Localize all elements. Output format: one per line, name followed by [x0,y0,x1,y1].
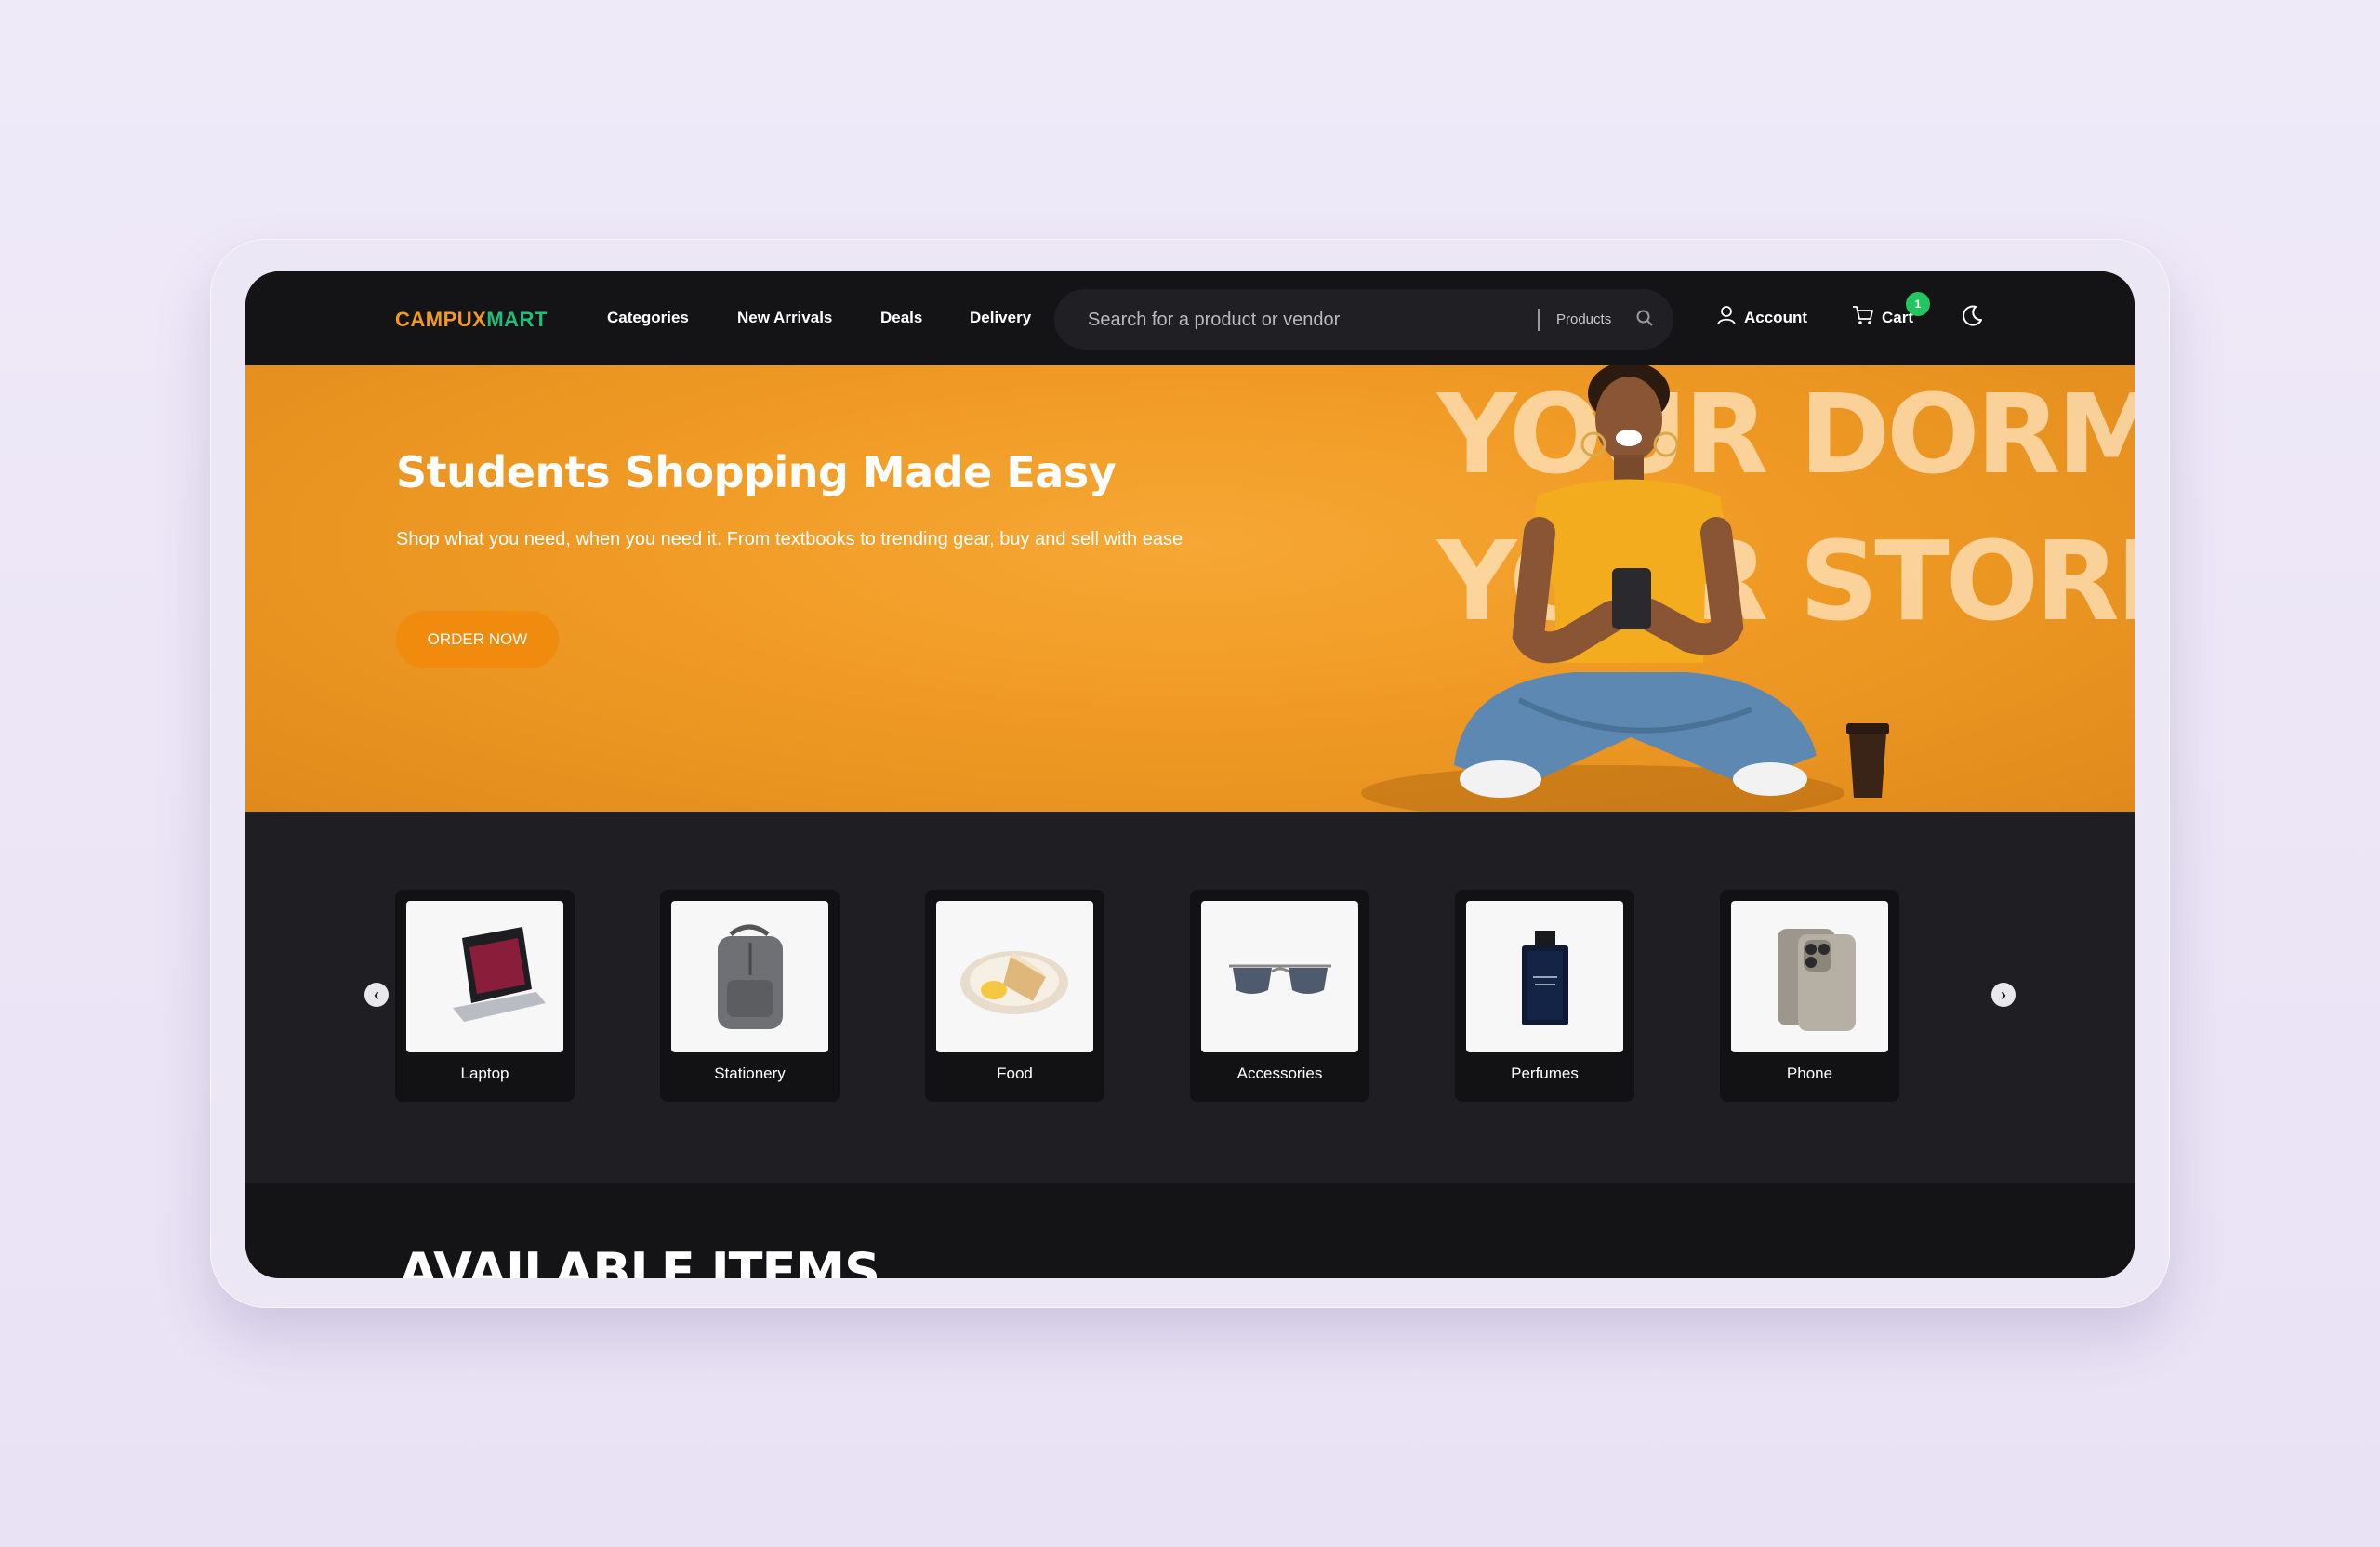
category-card-accessories[interactable]: Accessories [1190,890,1369,1102]
backpack-icon [671,901,828,1052]
category-label: Stationery [714,1064,786,1082]
nav-link-categories[interactable]: Categories [607,309,689,327]
search-bar: Products [1054,289,1673,350]
perfume-bottle-icon [1466,901,1623,1052]
account-button[interactable]: Account [1716,305,1807,330]
brand-logo-part2: MART [486,308,548,331]
cart-icon [1852,305,1874,330]
category-card-laptop[interactable]: Laptop [395,890,575,1102]
cart-button[interactable]: Cart [1852,305,1913,330]
category-card-perfumes[interactable]: Perfumes [1455,890,1634,1102]
nav-link-deals[interactable]: Deals [880,309,922,327]
available-items-section: AVAILABLE ITEMS [245,1183,2135,1278]
search-filter-select[interactable]: Products [1556,311,1611,327]
phone-icon [1731,901,1888,1052]
nav-link-new-arrivals[interactable]: New Arrivals [737,309,832,327]
category-label: Laptop [460,1064,509,1082]
laptop-icon [406,901,563,1052]
category-label: Phone [1786,1064,1833,1082]
user-icon [1716,305,1737,330]
account-label: Account [1744,308,1807,326]
app-screen: CAMPUXMART Categories New Arrivals Deals… [245,271,2135,1278]
sunglasses-icon [1201,901,1358,1052]
dark-mode-toggle-moon-icon[interactable] [1960,304,1984,333]
brand-logo[interactable]: CAMPUXMART [395,308,548,332]
cart-count-badge: 1 [1906,292,1930,316]
nav-link-delivery[interactable]: Delivery [970,309,1031,327]
order-now-button[interactable]: ORDER NOW [396,611,559,668]
top-nav: CAMPUXMART Categories New Arrivals Deals… [245,271,2135,365]
categories-carousel: ‹ › Laptop Stationery Food Accessories P… [245,812,2135,1183]
category-card-phone[interactable]: Phone [1720,890,1899,1102]
hero-subtitle: Shop what you need, when you need it. Fr… [396,529,1183,549]
carousel-prev-chevron-left-icon[interactable]: ‹ [364,983,389,1007]
category-card-stationery[interactable]: Stationery [660,890,840,1102]
category-label: Food [997,1064,1033,1082]
category-card-food[interactable]: Food [925,890,1104,1102]
search-icon[interactable] [1635,309,1654,332]
search-divider [1538,309,1540,331]
category-label: Accessories [1236,1064,1323,1082]
brand-logo-part1: CAMPUX [395,308,487,331]
search-input[interactable] [1086,306,1527,334]
hero-banner: YOUR DORM YOUR STORE Students Shopping M… [245,365,2135,812]
hero-title: Students Shopping Made Easy [396,447,1117,497]
hero-student-image [1361,365,1889,812]
cake-plate-icon [936,901,1093,1052]
carousel-next-chevron-right-icon[interactable]: › [1991,983,2016,1007]
section-heading-available-items: AVAILABLE ITEMS [399,1242,880,1278]
category-label: Perfumes [1511,1064,1579,1082]
